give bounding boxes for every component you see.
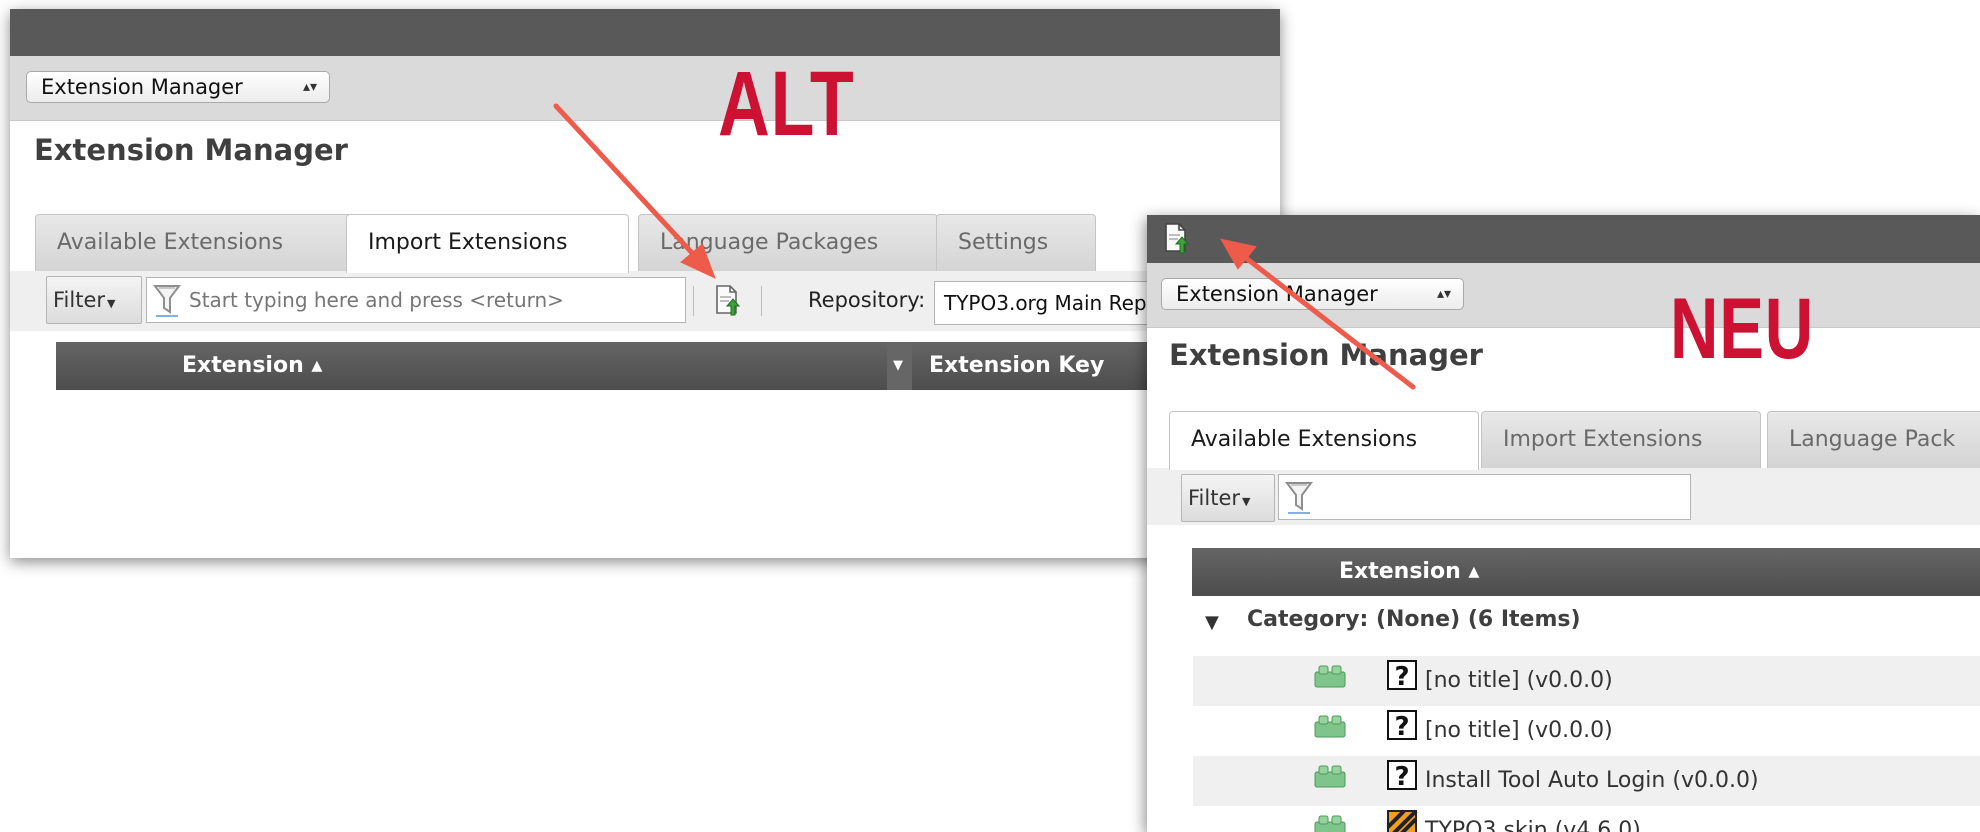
unknown-question-icon: ?: [1387, 710, 1417, 741]
extension-title: Install Tool Auto Login (v0.0.0): [1425, 768, 1759, 793]
svg-text:?: ?: [1394, 662, 1409, 691]
upload-extension-icon[interactable]: [1163, 222, 1189, 254]
unknown-question-icon: ?: [1387, 660, 1417, 691]
filter-button[interactable]: Filter ▼: [1181, 474, 1275, 522]
funnel-icon: [1285, 482, 1313, 514]
extension-brick-icon: [1314, 765, 1346, 788]
search-placeholder: Start typing here and press <return>: [189, 288, 564, 312]
svg-text:?: ?: [1394, 762, 1409, 791]
docheader-bar: Extension Manager ▴▾: [1147, 263, 1980, 328]
tab-import-extensions[interactable]: Import Extensions: [1481, 411, 1761, 468]
list-item[interactable]: ? [no title] (v0.0.0): [1193, 656, 1980, 706]
select-arrows-icon: ▴▾: [302, 79, 317, 95]
label-old: ALT: [718, 53, 855, 155]
caret-down-icon: ▼: [1242, 495, 1251, 508]
extension-title: [no title] (v0.0.0): [1425, 668, 1613, 693]
extension-title: [no title] (v0.0.0): [1425, 718, 1613, 743]
filter-label: Filter: [53, 288, 106, 312]
column-extension-key[interactable]: Extension Key: [929, 342, 1104, 390]
svg-text:?: ?: [1394, 712, 1409, 741]
extension-brick-icon: [1314, 715, 1346, 738]
extension-title: TYPO3 skin (v4.6.0): [1425, 818, 1641, 832]
list-item[interactable]: ? [no title] (v0.0.0): [1193, 706, 1980, 756]
tab-available-extensions[interactable]: Available Extensions: [35, 214, 352, 271]
module-select[interactable]: Extension Manager ▴▾: [26, 71, 330, 103]
tab-bar: Available Extensions Import Extensions L…: [1147, 411, 1980, 470]
grid-toolbar: Filter ▼ Start typing here and press <ret…: [10, 271, 1280, 331]
top-toolbar: [1147, 215, 1980, 263]
caret-down-icon: ▼: [893, 358, 903, 373]
filter-button[interactable]: Filter ▼: [46, 276, 142, 324]
upload-extension-icon[interactable]: [714, 284, 740, 316]
collapse-triangle-icon[interactable]: ▼: [1205, 612, 1219, 633]
alpha-striped-icon: [1386, 809, 1418, 832]
list-item[interactable]: TYPO3 skin (v4.6.0): [1193, 806, 1980, 832]
filter-label: Filter: [1188, 486, 1241, 510]
module-select[interactable]: Extension Manager ▴▾: [1161, 278, 1464, 310]
funnel-icon: [153, 285, 181, 317]
grid-header: Extension ▴ ▼ Extension Key: [56, 342, 1280, 390]
new-extension-manager-window: Extension Manager ▴▾ Extension Manager A…: [1147, 215, 1980, 832]
toolbar-separator: [761, 286, 762, 316]
tab-import-extensions[interactable]: Import Extensions: [346, 214, 629, 273]
column-extension[interactable]: Extension ▴: [1339, 548, 1479, 596]
extension-brick-icon: [1314, 665, 1346, 688]
caret-down-icon: ▼: [107, 297, 116, 310]
tab-settings[interactable]: Settings: [936, 214, 1096, 271]
old-extension-manager-window: Extension Manager ▴▾ Extension Manager A…: [10, 9, 1280, 558]
repository-label: Repository:: [808, 288, 926, 312]
unknown-question-icon: ?: [1387, 760, 1417, 791]
grid-header: Extension ▴: [1192, 548, 1980, 596]
label-new: NEU: [1670, 281, 1814, 377]
search-input[interactable]: Start typing here and press <return>: [146, 277, 686, 323]
search-input[interactable]: [1278, 474, 1691, 520]
select-arrows-icon: ▴▾: [1436, 286, 1451, 302]
grid-toolbar: Filter ▼: [1147, 468, 1980, 525]
grid-body-empty: [56, 390, 1280, 558]
docheader-bar: Extension Manager ▴▾: [10, 56, 1280, 121]
tab-language-packages[interactable]: Language Pack: [1767, 411, 1980, 468]
extension-brick-icon: [1314, 815, 1346, 832]
page-title: Extension Manager: [34, 133, 348, 167]
module-select-value: Extension Manager: [41, 75, 243, 99]
module-select-value: Extension Manager: [1176, 282, 1378, 306]
category-group-header[interactable]: Category: (None) (6 Items): [1247, 607, 1581, 632]
page-title: Extension Manager: [1169, 338, 1483, 372]
top-toolbar: [10, 9, 1280, 56]
toolbar-separator: [693, 286, 694, 316]
tab-available-extensions[interactable]: Available Extensions: [1169, 411, 1479, 470]
column-extension[interactable]: Extension ▴: [182, 342, 322, 390]
tab-bar: Available Extensions Import Extensions L…: [10, 214, 1280, 273]
tab-language-packages[interactable]: Language Packages: [638, 214, 938, 271]
list-item[interactable]: ? Install Tool Auto Login (v0.0.0): [1193, 756, 1980, 806]
